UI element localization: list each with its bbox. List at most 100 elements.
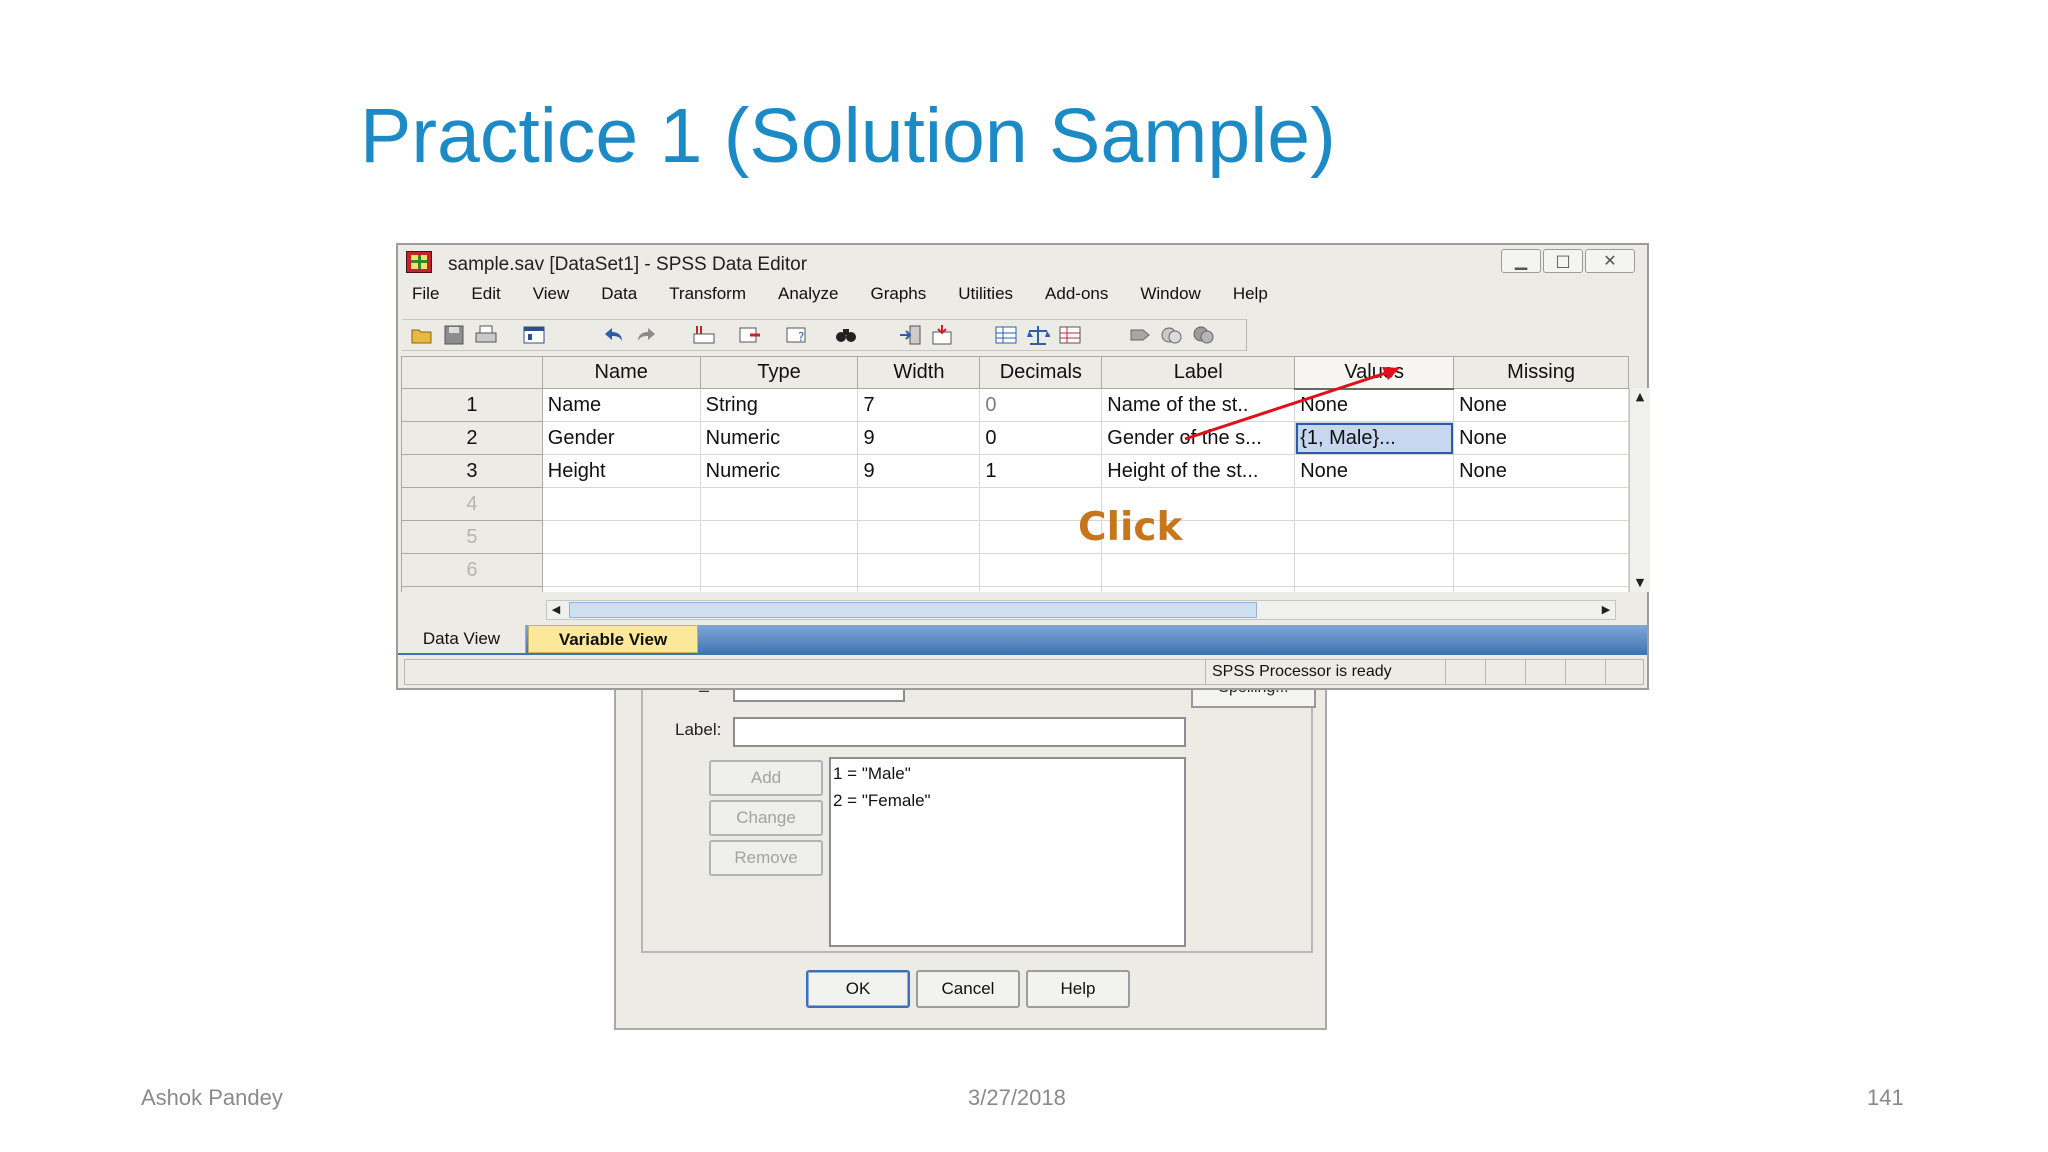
scroll-up-icon[interactable]: ▲ [1631,388,1649,406]
cell-empty[interactable] [979,553,1103,587]
menu-transform[interactable]: Transform [669,283,746,311]
row-header[interactable]: 2 [401,421,543,455]
cell-label[interactable]: Gender of the s... [1101,421,1296,455]
insert-variable-icon[interactable] [930,324,954,346]
vertical-scrollbar[interactable]: ▲ ▼ [1629,388,1650,592]
cell-empty[interactable] [857,553,981,587]
cell-missing[interactable]: None [1453,388,1629,422]
split-file-icon[interactable] [994,324,1018,346]
cell-empty[interactable] [541,520,701,554]
column-header-width[interactable]: Width [857,356,981,389]
cell-empty[interactable] [1453,553,1629,587]
weight-cases-icon[interactable] [1026,324,1050,346]
add-button[interactable]: Add [709,760,823,796]
cell-empty[interactable] [857,487,981,521]
cell-empty[interactable] [979,586,1103,592]
cell-values[interactable]: None [1294,454,1455,488]
horizontal-scrollbar[interactable]: ◀ ▶ [546,600,1616,620]
tab-variable-view[interactable]: Variable View [528,625,698,653]
binoculars-icon[interactable] [834,324,858,346]
cell-type[interactable]: String [699,388,859,422]
list-item[interactable]: 2 = "Female" [833,790,1182,817]
column-header-name[interactable]: Name [541,356,701,389]
cell-label[interactable]: Name of the st.. [1101,388,1296,422]
cell-missing[interactable]: None [1453,421,1629,455]
redo-icon[interactable] [634,324,658,346]
list-item[interactable]: 1 = "Male" [833,763,1182,790]
cell-empty[interactable] [1294,586,1455,592]
cell-empty[interactable] [1453,520,1629,554]
undo-icon[interactable] [602,324,626,346]
cell-empty[interactable] [541,487,701,521]
row-header[interactable]: 1 [401,388,543,422]
goto-case-icon[interactable] [692,324,716,346]
tab-data-view[interactable]: Data View [398,625,526,653]
menu-graphs[interactable]: Graphs [870,283,926,311]
maximize-icon[interactable]: □ [1543,249,1583,273]
corner-header[interactable] [401,356,543,389]
find-icon[interactable]: ? [784,324,808,346]
cell-decimals[interactable]: 0 [979,421,1103,455]
cell-empty[interactable] [1101,553,1296,587]
cell-empty[interactable] [699,520,859,554]
row-header[interactable]: 3 [401,454,543,488]
cell-empty[interactable] [1453,487,1629,521]
column-header-missing[interactable]: Missing [1453,356,1629,389]
cell-width[interactable]: 7 [857,388,981,422]
menu-view[interactable]: View [533,283,570,311]
menu-edit[interactable]: Edit [471,283,500,311]
scroll-down-icon[interactable]: ▼ [1631,574,1649,592]
cell-empty[interactable] [699,586,859,592]
save-icon[interactable] [442,324,466,346]
cell-name[interactable]: Gender [541,421,701,455]
cell-empty[interactable] [1453,586,1629,592]
cell-empty[interactable] [1101,586,1296,592]
cell-width[interactable]: 9 [857,421,981,455]
scroll-right-icon[interactable]: ▶ [1597,601,1615,619]
cell-empty[interactable] [699,487,859,521]
variables-icon[interactable] [738,324,762,346]
cell-empty[interactable] [541,553,701,587]
cell-empty[interactable] [541,586,701,592]
cancel-button[interactable]: Cancel [916,970,1020,1008]
print-icon[interactable] [474,324,498,346]
insert-cases-icon[interactable] [898,324,922,346]
column-header-values[interactable]: Values [1294,356,1455,390]
cell-label[interactable]: Height of the st... [1101,454,1296,488]
cell-name[interactable]: Name [541,388,701,422]
select-cases-icon[interactable] [1058,324,1082,346]
menu-add-ons[interactable]: Add-ons [1045,283,1108,311]
menu-utilities[interactable]: Utilities [958,283,1013,311]
cell-empty[interactable] [857,520,981,554]
close-icon[interactable]: ✕ [1585,249,1635,273]
remove-button[interactable]: Remove [709,840,823,876]
cell-values[interactable]: None [1294,388,1455,422]
cell-width[interactable]: 9 [857,454,981,488]
show-all-variables-icon[interactable] [1192,324,1216,346]
scroll-left-icon[interactable]: ◀ [547,601,565,619]
dialog-recall-icon[interactable] [522,324,546,346]
cell-empty[interactable] [1294,487,1455,521]
cell-name[interactable]: Height [541,454,701,488]
column-header-decimals[interactable]: Decimals [979,356,1103,389]
row-header[interactable]: 6 [401,553,543,587]
row-header[interactable]: 4 [401,487,543,521]
open-folder-icon[interactable] [410,324,434,346]
row-header[interactable]: 7 [401,586,543,592]
value-labels-icon[interactable] [1128,324,1152,346]
column-header-type[interactable]: Type [699,356,859,389]
cell-decimals[interactable]: 0 [979,388,1103,422]
menu-file[interactable]: File [412,283,439,311]
ok-button[interactable]: OK [806,970,910,1008]
column-header-label[interactable]: Label [1101,356,1296,389]
cell-empty[interactable] [699,553,859,587]
label-input[interactable] [733,717,1186,747]
row-header[interactable]: 5 [401,520,543,554]
menu-data[interactable]: Data [601,283,637,311]
cell-empty[interactable] [1294,520,1455,554]
cell-type[interactable]: Numeric [699,421,859,455]
menu-analyze[interactable]: Analyze [778,283,838,311]
change-button[interactable]: Change [709,800,823,836]
cell-empty[interactable] [1294,553,1455,587]
title-bar[interactable]: sample.sav [DataSet1] - SPSS Data Editor… [398,245,1647,281]
